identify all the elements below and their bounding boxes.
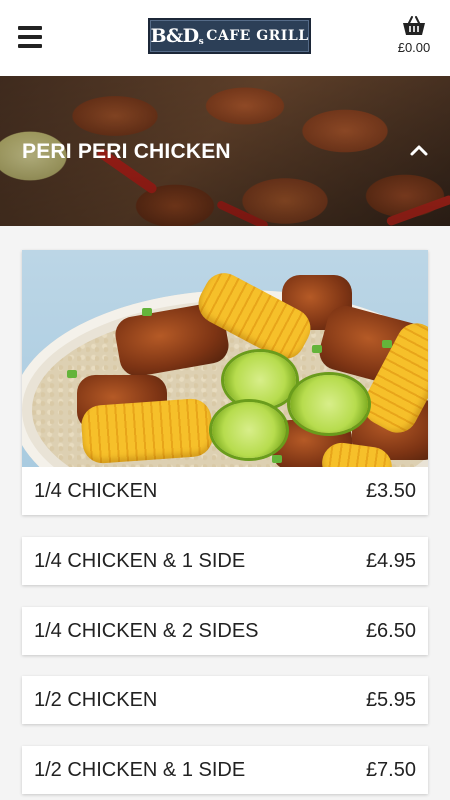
item-name: 1/4 CHICKEN & 2 SIDES [34, 620, 259, 642]
restaurant-logo[interactable]: B&Ds CAFE GRILL [148, 18, 311, 54]
menu-item-row[interactable]: 1/2 CHICKEN £5.95 [22, 676, 428, 724]
item-price: £7.50 [365, 759, 416, 781]
item-name: 1/2 CHICKEN & 1 SIDE [34, 759, 246, 781]
item-name: 1/2 CHICKEN [34, 689, 158, 711]
item-price: £5.95 [365, 689, 416, 711]
basket-icon [403, 16, 425, 35]
item-name: 1/4 CHICKEN [34, 480, 158, 502]
logo-initials: B&Ds [150, 25, 204, 47]
item-price: £3.50 [365, 480, 416, 502]
menu-item-row[interactable]: 1/4 CHICKEN & 1 SIDE £4.95 [22, 537, 428, 585]
category-title: PERI PERI CHICKEN [22, 140, 231, 163]
item-price: £4.95 [365, 550, 416, 572]
chevron-up-icon[interactable] [408, 139, 430, 161]
basket-total: £0.00 [397, 40, 431, 55]
featured-item-image [22, 250, 428, 467]
category-banner[interactable]: PERI PERI CHICKEN [0, 76, 450, 226]
app-header: B&Ds CAFE GRILL £0.00 [0, 0, 450, 76]
item-name: 1/4 CHICKEN & 1 SIDE [34, 550, 246, 572]
logo-name: CAFE GRILL [206, 28, 309, 44]
menu-item-row[interactable]: 1/4 CHICKEN £3.50 [22, 467, 428, 515]
hamburger-menu-icon[interactable] [18, 25, 42, 49]
menu-item-row[interactable]: 1/4 CHICKEN & 2 SIDES £6.50 [22, 607, 428, 655]
item-price: £6.50 [365, 620, 416, 642]
menu-item-row[interactable]: 1/2 CHICKEN & 1 SIDE £7.50 [22, 746, 428, 794]
basket-button[interactable]: £0.00 [392, 16, 436, 55]
featured-item-card[interactable]: 1/4 CHICKEN £3.50 [22, 250, 428, 515]
